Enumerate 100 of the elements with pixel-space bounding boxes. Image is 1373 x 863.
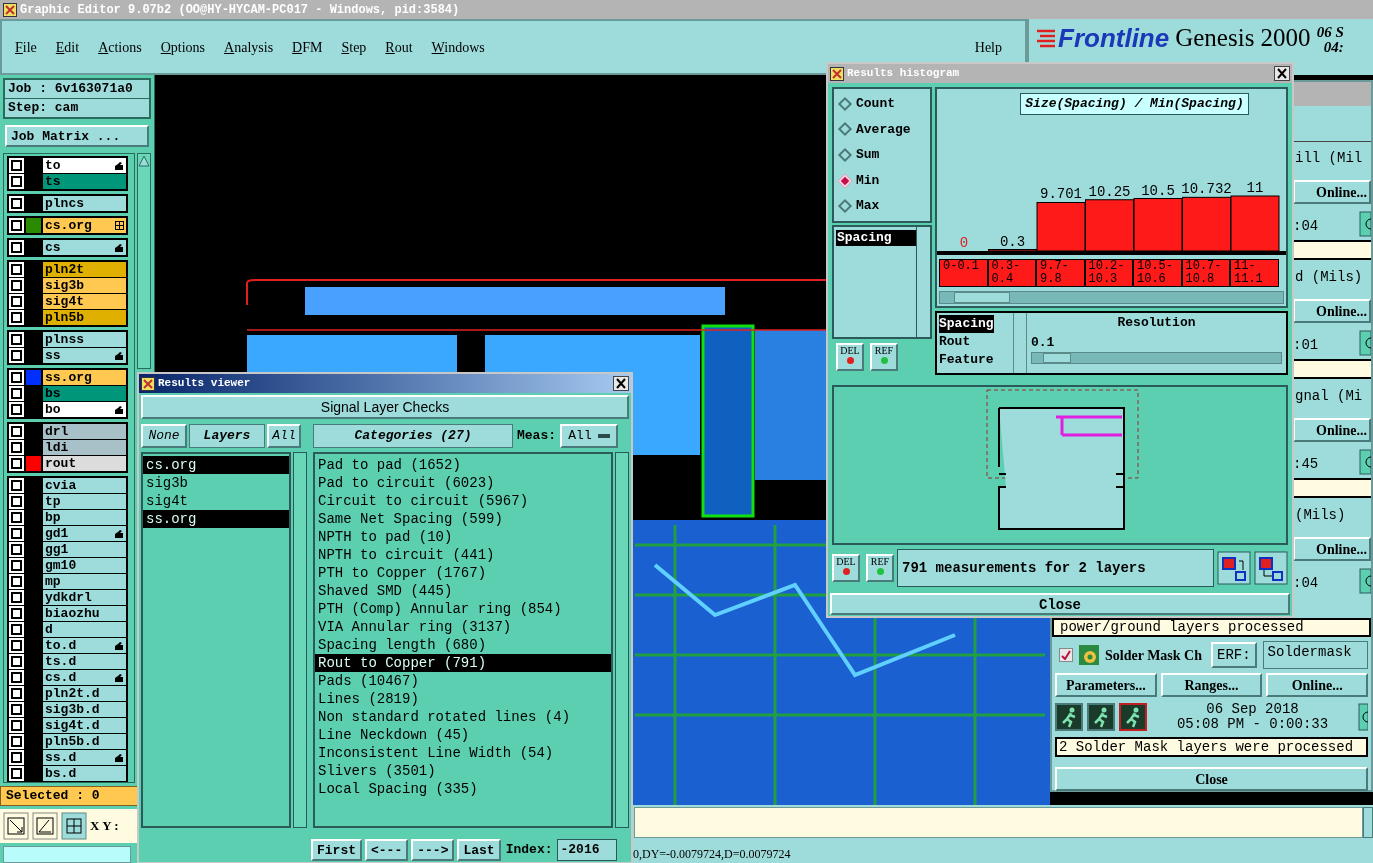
horizontal-scrollbar[interactable] [939, 291, 1284, 305]
category-list-item[interactable]: Local Spacing (335) [315, 780, 611, 798]
layer-name[interactable]: bp [43, 510, 126, 525]
layer-name[interactable]: bs.d [43, 766, 126, 781]
layer-list-item[interactable]: ss.org [143, 510, 289, 528]
category-list-item[interactable]: Pads (10467) [315, 672, 611, 690]
category-list-item[interactable]: Pad to pad (1652) [315, 456, 611, 474]
layer-checkbox[interactable] [9, 622, 24, 637]
online-button[interactable]: Online... [1293, 418, 1371, 442]
layer-name[interactable]: ldi [43, 440, 126, 455]
layer-checkbox[interactable] [9, 494, 24, 509]
erf-field[interactable]: Soldermask [1262, 641, 1368, 669]
layer-checkbox[interactable] [9, 262, 24, 277]
zoom-diagonal-icon[interactable] [3, 812, 29, 840]
ref-button[interactable]: REF [870, 343, 898, 371]
slider-thumb[interactable] [1043, 353, 1071, 364]
close-button[interactable]: Close [830, 593, 1290, 615]
measure-list-item[interactable]: Spacing [836, 230, 916, 246]
layer-name[interactable]: to.d [43, 638, 126, 653]
category-list-item[interactable]: Pad to circuit (6023) [315, 474, 611, 492]
layer-name[interactable]: sig3b.d [43, 702, 126, 717]
menu-item[interactable]: Options [160, 36, 206, 58]
nav-button[interactable]: ---> [411, 839, 455, 861]
erf-button[interactable]: ERF: [1211, 642, 1257, 668]
layer-checkbox[interactable] [9, 750, 24, 765]
layer-checkbox[interactable] [9, 542, 24, 557]
field-button[interactable] [1363, 807, 1373, 838]
layer-checkbox[interactable] [9, 718, 24, 733]
action-button[interactable]: Parameters... [1055, 673, 1157, 697]
layer-name[interactable]: cvia [43, 478, 126, 493]
layer-checkbox[interactable] [9, 654, 24, 669]
category-list-item[interactable]: NPTH to pad (10) [315, 528, 611, 546]
none-button[interactable]: None [141, 424, 187, 448]
layer-checkbox[interactable] [9, 402, 24, 417]
job-matrix-button[interactable]: Job Matrix ... [5, 125, 149, 147]
close-icon[interactable] [1274, 66, 1290, 81]
running-figure-icon[interactable] [1087, 703, 1115, 731]
del-button[interactable]: DEL [836, 343, 864, 371]
radio-option[interactable]: Count [834, 94, 930, 114]
layer-checkbox[interactable] [9, 294, 24, 309]
layer-checkbox[interactable] [9, 278, 24, 293]
check-set-button[interactable]: Signal Layer Checks [141, 395, 629, 419]
layer-checkbox[interactable] [9, 456, 24, 471]
layer-name[interactable]: d [43, 622, 126, 637]
layer-checkbox[interactable] [9, 332, 24, 347]
layer-checkbox[interactable] [9, 440, 24, 455]
layer-name[interactable]: gm10 [43, 558, 126, 573]
del-button[interactable]: DEL [832, 554, 860, 582]
radio-option[interactable]: Sum [834, 145, 930, 165]
layer-name[interactable]: sig4t [43, 294, 126, 309]
layer-checkbox[interactable] [9, 510, 24, 525]
layer-checkbox[interactable] [9, 638, 24, 653]
layer-name[interactable]: rout [43, 456, 126, 471]
command-field[interactable] [634, 807, 1363, 838]
radio-option[interactable]: Average [834, 119, 930, 140]
scrollbar[interactable] [916, 227, 930, 337]
category-list-item[interactable]: PTH to Copper (1767) [315, 564, 611, 582]
category-list-item[interactable]: Slivers (3501) [315, 762, 611, 780]
layer-checkbox[interactable] [9, 370, 24, 385]
layer-checkbox[interactable] [9, 174, 24, 189]
category-list-item[interactable]: Circuit to circuit (5967) [315, 492, 611, 510]
menu-item[interactable]: Analysis [224, 36, 274, 58]
layer-name[interactable]: pln2t.d [43, 686, 126, 701]
scrollbar[interactable] [137, 153, 151, 369]
attribute-list-item[interactable]: Spacing [939, 315, 994, 334]
angle-measure-icon[interactable] [32, 812, 58, 840]
layer-name[interactable]: bo [43, 402, 126, 417]
category-list-item[interactable]: Line Neckdown (45) [315, 726, 611, 744]
scrollbar[interactable] [293, 452, 307, 828]
close-icon[interactable] [613, 376, 629, 391]
layer-list-item[interactable]: sig4t [143, 492, 289, 510]
attribute-list-item[interactable]: Feature [939, 351, 994, 370]
menu-item[interactable]: DFM [292, 36, 323, 58]
layer-list-item[interactable]: cs.org [143, 456, 289, 474]
menu-item[interactable]: Windows [431, 36, 485, 58]
category-list-item[interactable]: Same Net Spacing (599) [315, 510, 611, 528]
layer-checkbox[interactable] [9, 424, 24, 439]
menu-item[interactable]: Rout [385, 36, 413, 58]
layer-checkbox[interactable] [9, 670, 24, 685]
layer-name[interactable]: gg1 [43, 542, 126, 557]
close-button[interactable]: Close [1055, 767, 1368, 791]
layer-name[interactable]: ts [43, 174, 126, 189]
scrollbar[interactable] [1013, 313, 1027, 373]
layer-name[interactable]: pln2t [43, 262, 126, 277]
ref-button[interactable]: REF [866, 554, 894, 582]
attribute-list-item[interactable]: Rout [939, 333, 971, 352]
category-list-item[interactable]: Non standard rotated lines (4) [315, 708, 611, 726]
category-list-item[interactable]: Spacing length (680) [315, 636, 611, 654]
layer-name[interactable]: drl [43, 424, 126, 439]
category-list-item[interactable]: Inconsistent Line Width (54) [315, 744, 611, 762]
layer-name[interactable]: cs.d [43, 670, 126, 685]
category-list-item[interactable]: VIA Annular ring (3137) [315, 618, 611, 636]
layer-checkbox[interactable] [9, 606, 24, 621]
category-list-item[interactable]: NPTH to circuit (441) [315, 546, 611, 564]
layer-name[interactable]: ss.d [43, 750, 126, 765]
menu-item[interactable]: Step [341, 36, 367, 58]
menu-item[interactable]: File [15, 36, 37, 58]
help-menu[interactable]: Help [974, 36, 1002, 58]
layer-checkbox[interactable] [9, 310, 24, 325]
layer-name[interactable]: mp [43, 574, 126, 589]
